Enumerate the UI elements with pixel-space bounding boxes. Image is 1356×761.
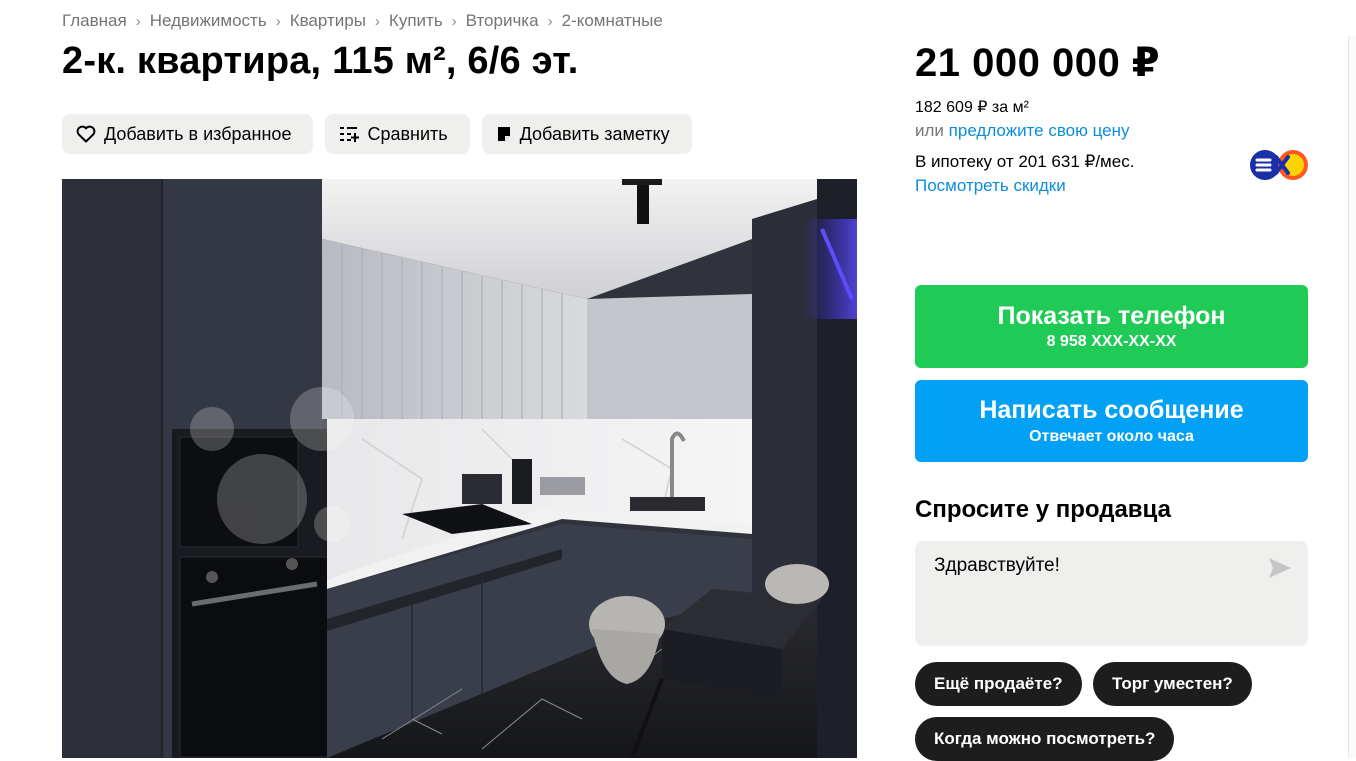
- listing-photo[interactable]: [62, 179, 857, 758]
- breadcrumb-separator: ›: [547, 12, 553, 30]
- view-discounts-link[interactable]: Посмотреть скидки: [915, 176, 1066, 196]
- show-phone-label: Показать телефон: [997, 301, 1226, 330]
- add-note-button[interactable]: Добавить заметку: [481, 114, 692, 154]
- bank-logo-icon[interactable]: [1248, 148, 1310, 182]
- price-per-square-meter: 182 609 ₽ за м²: [915, 99, 1029, 116]
- masked-phone-number: 8 958 XXX-XX-XX: [1046, 333, 1177, 351]
- breadcrumb-item-real-estate[interactable]: Недвижимость: [150, 11, 267, 31]
- breadcrumb-item-secondary[interactable]: Вторичка: [466, 11, 539, 31]
- breadcrumb-item-buy[interactable]: Купить: [389, 11, 443, 31]
- compare-icon: [339, 125, 360, 143]
- breadcrumb-item-home[interactable]: Главная: [62, 11, 127, 31]
- breadcrumb-item-apartments[interactable]: Квартиры: [290, 11, 366, 31]
- add-note-label: Добавить заметку: [519, 123, 670, 144]
- mortgage-info: В ипотеку от 201 631 ₽/мес.: [915, 152, 1135, 171]
- show-phone-button[interactable]: Показать телефон 8 958 XXX-XX-XX: [915, 285, 1308, 368]
- offer-price-line: или предложите свою цену: [915, 121, 1130, 141]
- page-title: 2-к. квартира, 115 м², 6/6 эт.: [62, 40, 579, 82]
- write-message-button[interactable]: Написать сообщение Отвечает около часа: [915, 380, 1308, 462]
- ask-seller-title: Спросите у продавца: [915, 496, 1171, 523]
- quick-question-bargain[interactable]: Торг уместен?: [1093, 662, 1252, 706]
- breadcrumb-separator: ›: [275, 12, 281, 30]
- page-scrollbar[interactable]: [1348, 36, 1356, 758]
- listing-actions: Добавить в избранное Сравнить Добавить з…: [62, 114, 692, 154]
- write-message-label: Написать сообщение: [979, 396, 1244, 425]
- heart-icon: [76, 125, 96, 143]
- breadcrumb-separator: ›: [374, 12, 380, 30]
- send-icon[interactable]: [1268, 557, 1292, 579]
- offer-prefix: или: [915, 121, 944, 140]
- quick-question-viewing-time[interactable]: Когда можно посмотреть?: [915, 717, 1175, 761]
- breadcrumb-separator: ›: [451, 12, 457, 30]
- price-total: 21 000 000 ₽: [915, 41, 1161, 85]
- quick-question-still-selling[interactable]: Ещё продаёте?: [915, 662, 1082, 706]
- note-icon: [496, 126, 512, 142]
- response-time-label: Отвечает около часа: [1029, 427, 1194, 445]
- compare-button[interactable]: Сравнить: [325, 114, 470, 154]
- breadcrumb-separator: ›: [135, 12, 141, 30]
- ask-seller-input[interactable]: [934, 555, 1254, 577]
- breadcrumb-item-two-room[interactable]: 2-комнатные: [562, 11, 663, 31]
- kitchen-photo-image: [62, 179, 857, 758]
- compare-label: Сравнить: [367, 123, 448, 144]
- ask-seller-box: [915, 541, 1308, 646]
- offer-price-link[interactable]: предложите свою цену: [949, 121, 1130, 140]
- breadcrumb: Главная › Недвижимость › Квартиры › Купи…: [62, 11, 663, 31]
- add-to-favorites-button[interactable]: Добавить в избранное: [62, 114, 314, 154]
- add-to-favorites-label: Добавить в избранное: [104, 123, 292, 144]
